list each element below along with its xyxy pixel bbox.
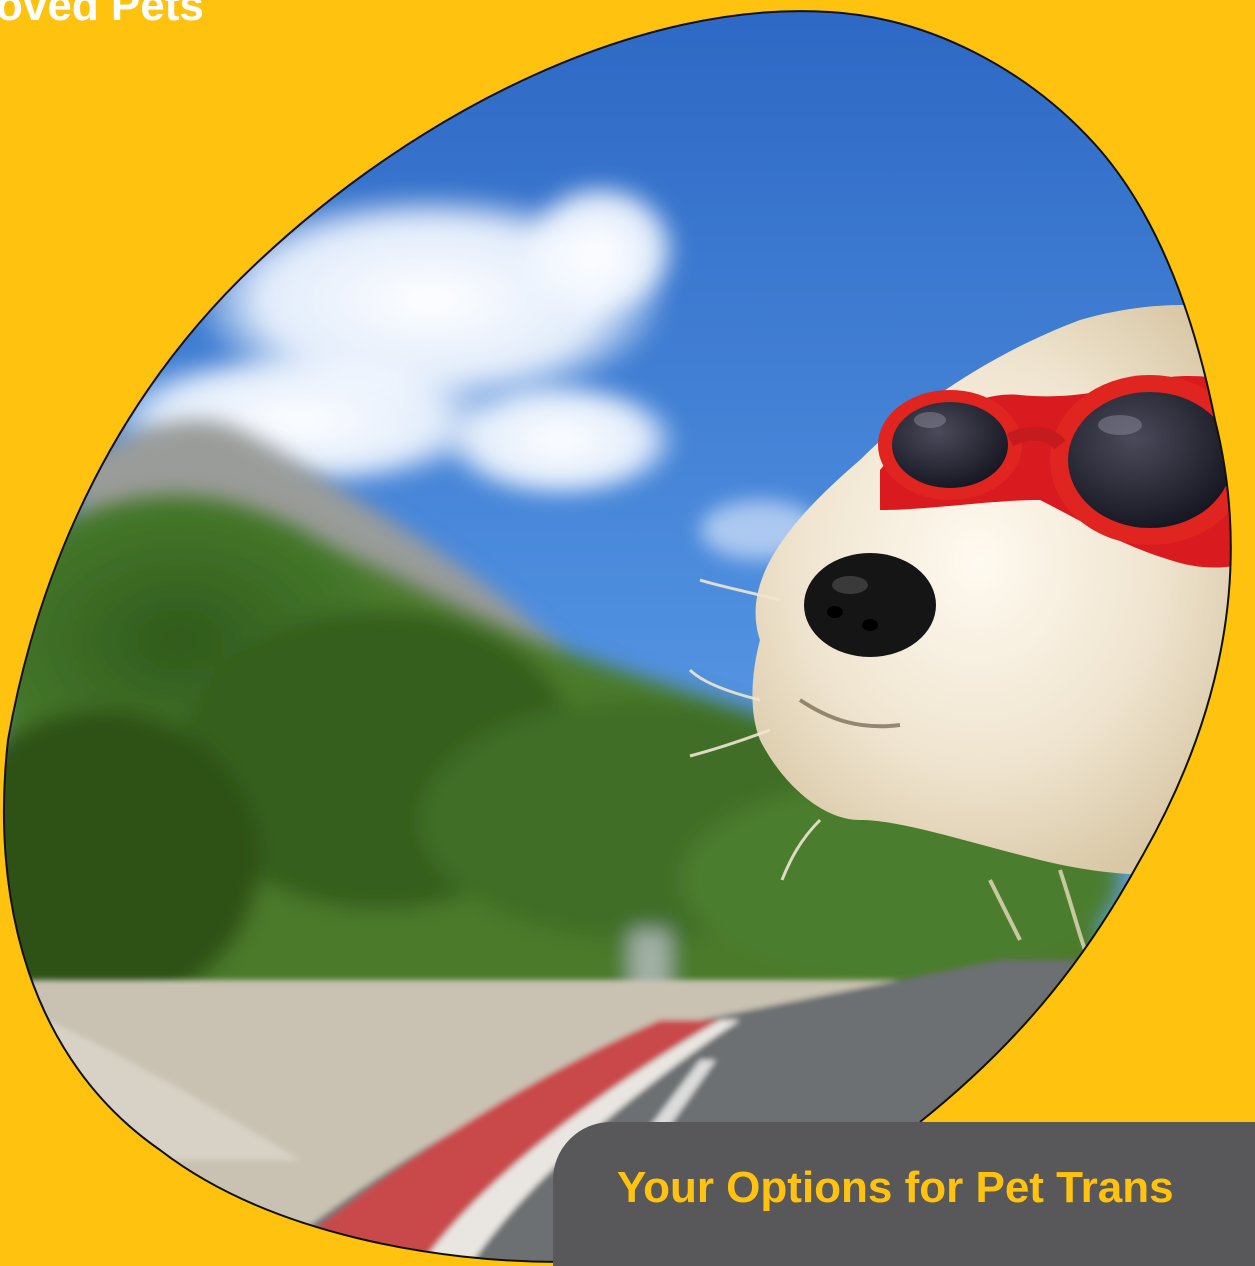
page: oved Pets Your Options for Pet Trans [0, 0, 1255, 1266]
caption-banner: Your Options for Pet Trans [553, 1122, 1255, 1266]
caption-text: Your Options for Pet Trans [617, 1163, 1174, 1212]
hero-image-blob [2, 10, 1255, 1263]
